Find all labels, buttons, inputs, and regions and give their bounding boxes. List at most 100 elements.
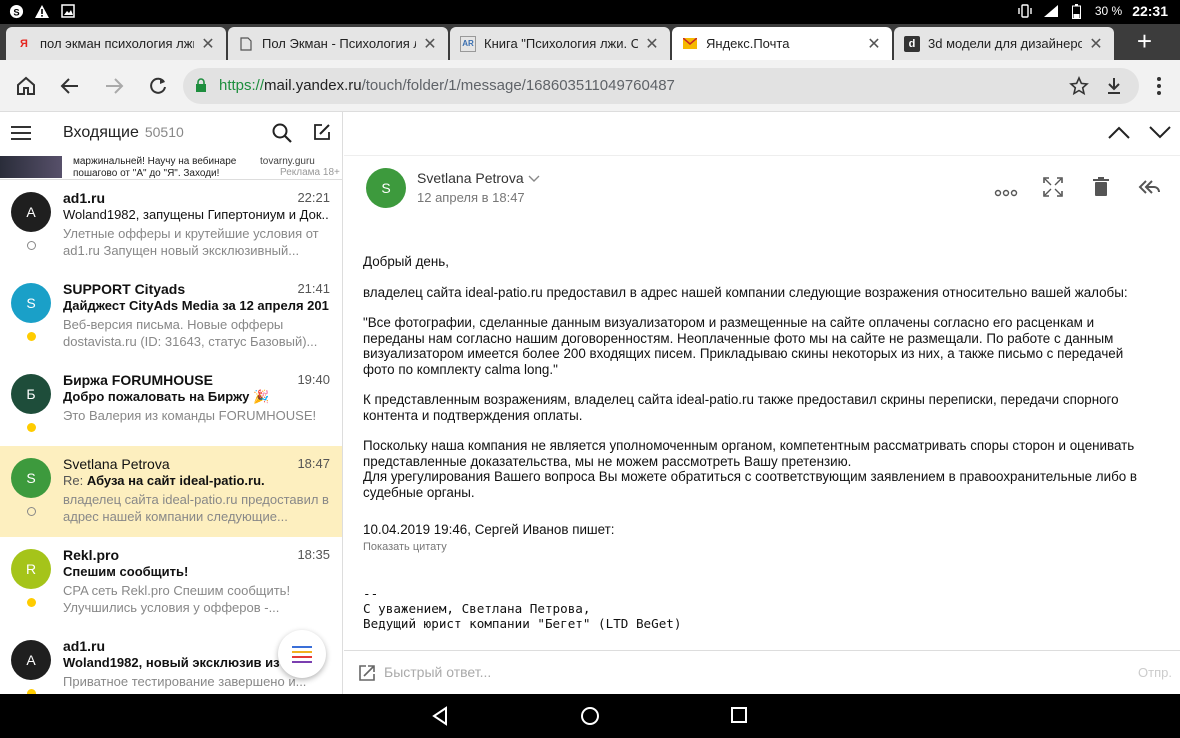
close-icon[interactable]: ✕ bbox=[200, 34, 216, 54]
tab-yandex-mail[interactable]: Яндекс.Почта ✕ bbox=[672, 27, 892, 60]
folder-name: Входящие bbox=[63, 124, 139, 141]
search-icon[interactable] bbox=[272, 123, 292, 148]
body-paragraph: Добрый день, bbox=[363, 254, 449, 269]
close-icon[interactable]: ✕ bbox=[422, 34, 438, 54]
close-icon[interactable]: ✕ bbox=[1088, 34, 1104, 54]
home-nav-icon[interactable] bbox=[580, 706, 600, 726]
ad-banner[interactable]: маржинальней! Научу на вебинаре пошагово… bbox=[0, 156, 342, 180]
message-time: 18:35 bbox=[297, 547, 330, 562]
new-tab-button[interactable]: + bbox=[1137, 28, 1152, 54]
message-time: 22:21 bbox=[297, 190, 330, 205]
compose-icon[interactable] bbox=[313, 123, 331, 146]
message-item[interactable]: S SUPPORT Cityads 21:41 Дайджест CityAds… bbox=[0, 271, 342, 362]
signal-icon bbox=[1043, 3, 1059, 19]
filter-line bbox=[292, 660, 312, 663]
ad-text: маржинальней! Научу на вебинаре пошагово… bbox=[73, 156, 237, 179]
star-icon[interactable] bbox=[1069, 76, 1089, 101]
message-date: 12 апреля в 18:47 bbox=[417, 190, 525, 205]
tab-3d-models[interactable]: d 3d модели для дизайнеров ✕ bbox=[894, 27, 1114, 60]
message-preview: владелец сайта ideal-patio.ru предостави… bbox=[63, 492, 329, 524]
url-protocol: https:// bbox=[219, 77, 265, 94]
svg-text:S: S bbox=[13, 7, 19, 17]
chevron-down-icon[interactable] bbox=[1148, 124, 1172, 145]
show-quote-link[interactable]: Показать цитату bbox=[363, 541, 447, 553]
filter-line bbox=[292, 650, 312, 653]
message-item[interactable]: R Rekl.pro 18:35 Спешим сообщить! CPA се… bbox=[0, 537, 342, 628]
tab-yandex-search[interactable]: Я пол экман психология лжи ✕ bbox=[6, 27, 226, 60]
message-nav-bar bbox=[344, 112, 1180, 156]
message-time: 19:40 bbox=[297, 372, 330, 387]
message-sender: Биржа FORUMHOUSE bbox=[63, 372, 213, 388]
address-bar[interactable]: https://mail.yandex.ru/touch/folder/1/me… bbox=[183, 68, 1139, 104]
message-sender: SUPPORT Cityads bbox=[63, 281, 186, 297]
sender-name-text: Svetlana Petrova bbox=[417, 170, 524, 186]
avatar: S bbox=[11, 283, 51, 323]
navigation-bar bbox=[0, 694, 1180, 738]
tab-book[interactable]: AR Книга "Психология лжи. Об ✕ bbox=[450, 27, 670, 60]
read-indicator[interactable] bbox=[27, 241, 36, 250]
avatar: R bbox=[11, 549, 51, 589]
fullscreen-icon[interactable] bbox=[1043, 177, 1063, 202]
tab-strip: Я пол экман психология лжи ✕ Пол Экман -… bbox=[0, 24, 1180, 60]
message-item-selected[interactable]: S Svetlana Petrova 18:47 Re: Абуза на са… bbox=[0, 446, 342, 537]
message-sender: ad1.ru bbox=[63, 190, 106, 206]
download-icon[interactable] bbox=[1105, 76, 1123, 101]
message-preview: CPA сеть Rekl.pro Спешим сообщить! Улучш… bbox=[63, 583, 291, 615]
skype-icon: S bbox=[8, 3, 24, 19]
chevron-down-icon[interactable] bbox=[528, 170, 540, 186]
chevron-up-icon[interactable] bbox=[1107, 124, 1131, 145]
send-button[interactable]: Отпр. bbox=[1138, 665, 1172, 680]
expand-reply-icon[interactable] bbox=[358, 664, 376, 687]
sender-name[interactable]: Svetlana Petrova bbox=[417, 170, 540, 186]
signature: -- С уважением, Светлана Петрова, Ведущи… bbox=[363, 586, 682, 631]
message-view-panel: S Svetlana Petrova 12 апреля в 18:47 Доб… bbox=[344, 112, 1180, 694]
close-icon[interactable]: ✕ bbox=[866, 34, 882, 54]
message-body: Добрый день, владелец сайта ideal-patio.… bbox=[363, 254, 1153, 515]
unread-indicator[interactable] bbox=[27, 332, 36, 341]
avatar: A bbox=[11, 640, 51, 680]
forward-icon[interactable] bbox=[101, 73, 127, 99]
folder-header: Входящие 50510 bbox=[0, 112, 342, 156]
unread-indicator[interactable] bbox=[27, 598, 36, 607]
message-sender: ad1.ru bbox=[63, 638, 106, 654]
hamburger-menu-icon[interactable] bbox=[11, 126, 31, 145]
read-indicator[interactable] bbox=[27, 507, 36, 516]
filter-line bbox=[292, 655, 312, 658]
unread-indicator[interactable] bbox=[27, 423, 36, 432]
body-paragraph: "Все фотографии, сделанные данным визуал… bbox=[363, 315, 1124, 377]
tab-ekman-doc[interactable]: Пол Экман - Психология лж ✕ bbox=[228, 27, 448, 60]
back-icon[interactable] bbox=[57, 73, 83, 99]
more-icon[interactable] bbox=[994, 184, 1018, 202]
warning-icon bbox=[34, 3, 50, 19]
subject-text: Абуза на сайт ideal-patio.ru. bbox=[86, 473, 265, 488]
back-nav-icon[interactable] bbox=[431, 706, 451, 726]
recents-nav-icon[interactable] bbox=[730, 706, 750, 726]
browser-menu-icon[interactable] bbox=[1146, 73, 1172, 99]
ar-favicon: AR bbox=[460, 35, 476, 52]
quick-reply-input[interactable]: Быстрый ответ... bbox=[384, 664, 491, 680]
home-icon[interactable] bbox=[13, 73, 39, 99]
body-paragraph: Поскольку наша компания не является упол… bbox=[363, 438, 1138, 500]
message-time: 21:41 bbox=[297, 281, 330, 296]
document-favicon bbox=[238, 36, 254, 52]
clock: 22:31 bbox=[1132, 3, 1168, 19]
d-favicon: d bbox=[904, 35, 920, 52]
sender-avatar: S bbox=[366, 168, 406, 208]
filter-menu-button[interactable] bbox=[278, 630, 326, 678]
close-icon[interactable]: ✕ bbox=[644, 34, 660, 54]
message-item[interactable]: A ad1.ru 22:21 Woland1982, запущены Гипе… bbox=[0, 180, 342, 271]
reply-all-icon[interactable] bbox=[1138, 179, 1160, 200]
message-preview: Веб-версия письма. Новые офферы dostavis… bbox=[63, 317, 318, 349]
message-subject: Re: Абуза на сайт ideal-patio.ru. bbox=[63, 473, 329, 488]
message-item[interactable]: Б Биржа FORUMHOUSE 19:40 Добро пожаловат… bbox=[0, 362, 342, 453]
status-bar: S 30 % 22:31 bbox=[0, 0, 1180, 24]
message-subject: Спешим сообщить! bbox=[63, 564, 189, 579]
message-sender: Svetlana Petrova bbox=[63, 456, 170, 472]
trash-icon[interactable] bbox=[1093, 177, 1109, 202]
folder-title: Входящие 50510 bbox=[63, 124, 184, 142]
message-sender: Rekl.pro bbox=[63, 547, 120, 563]
message-preview: Это Валерия из команды FORUMHOUSE! bbox=[63, 408, 317, 423]
folder-count: 50510 bbox=[144, 124, 184, 140]
battery-icon bbox=[1069, 3, 1085, 19]
reload-icon[interactable] bbox=[145, 73, 171, 99]
